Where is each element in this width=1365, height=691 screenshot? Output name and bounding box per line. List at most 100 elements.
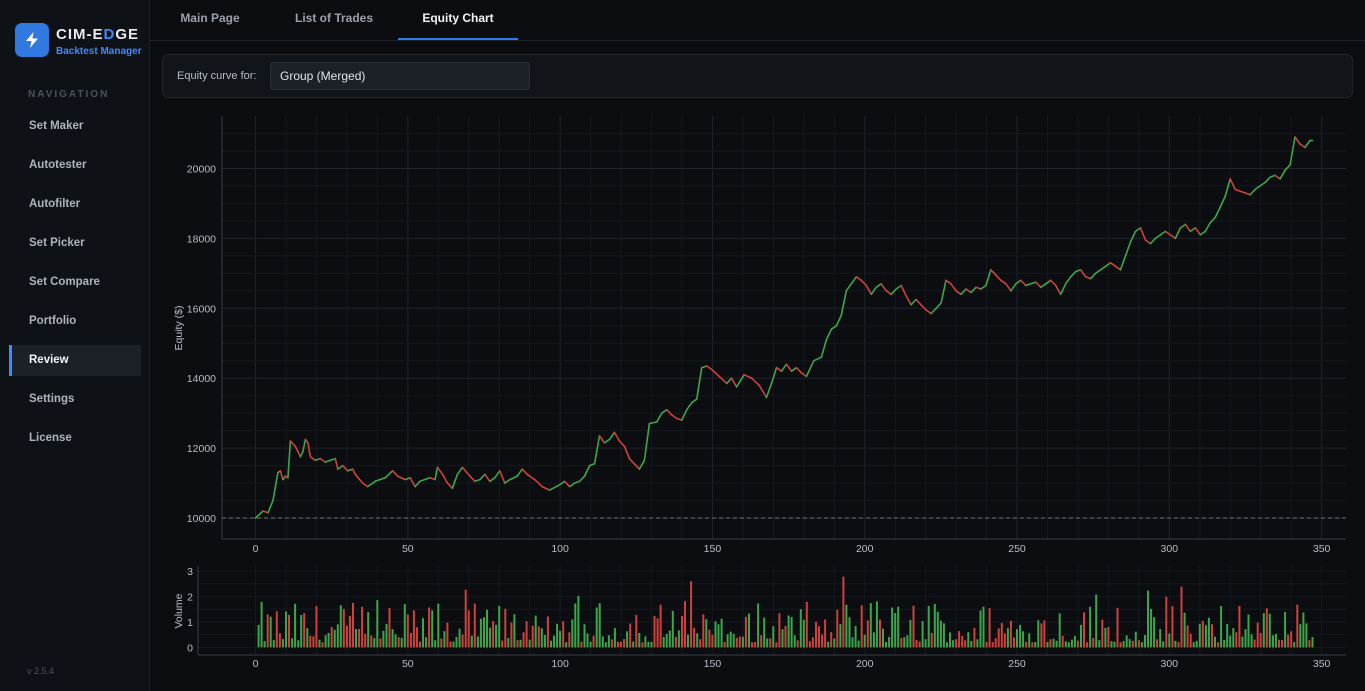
sidebar-item-set-picker[interactable]: Set Picker [9,228,141,259]
volume-bar [824,619,827,648]
volume-bar [720,618,723,648]
volume-bar [888,636,891,648]
equity-segment [1000,279,1007,285]
equity-segment [1040,282,1047,289]
sidebar-item-settings[interactable]: Settings [9,384,141,415]
volume-bar [1046,641,1049,648]
volume-bar [671,610,674,648]
volume-bar [345,625,348,648]
app-subtitle: Backtest Manager [56,46,142,57]
volume-bar [263,641,266,648]
equity-segment [735,373,745,388]
equity-segment [282,475,287,481]
sidebar-item-set-maker[interactable]: Set Maker [9,111,141,142]
volume-bar [738,636,741,648]
equity-segment [446,482,454,490]
volume-bar [629,623,632,648]
equity-segment [1269,174,1276,178]
volume-bar [1198,623,1201,648]
volume-bar [799,609,802,648]
equity-segment [985,268,992,287]
lightning-bolt-icon [26,32,38,48]
equity-segment [1084,275,1092,280]
tab-list-of-trades[interactable]: List of Trades [288,0,380,40]
volume-bar [507,638,510,648]
equity-segment [284,475,289,479]
volume-bar [339,605,342,648]
equity-segment [765,382,773,399]
y-tick-label: 18000 [187,233,216,245]
equity-segment [558,480,566,486]
equity-segment [695,366,703,401]
sidebar-item-license[interactable]: License [9,423,141,454]
volume-bar [1281,639,1283,648]
equity-segment [1134,227,1142,233]
equity-segment [965,288,972,294]
volume-bar [635,614,638,648]
equity-segment [436,466,444,476]
equity-segment [526,473,536,481]
equity-segment [307,442,312,458]
volume-bar [936,611,939,648]
equity-segment [1035,281,1042,289]
volume-bar [1137,640,1140,648]
equity-segment [441,473,449,484]
volume-bar [528,639,531,648]
equity-curve-select[interactable]: Group (Merged) [270,62,530,90]
volume-bar [973,627,976,648]
volume-bar [662,637,665,648]
volume-bar [729,631,732,648]
volume-bar [1192,642,1195,648]
equity-segment [1274,174,1281,180]
x-tick-label: 300 [1161,543,1179,555]
volume-bar [787,615,790,648]
volume-bar [1140,642,1143,648]
volume-bar [760,635,763,648]
volume-bar [942,623,945,648]
equity-segment [860,279,868,287]
sidebar-item-autotester[interactable]: Autotester [9,150,141,181]
volume-bar [766,638,769,648]
x-tick-label: 150 [704,543,722,555]
volume-bar [811,637,814,648]
equity-segment [309,455,317,462]
sidebar-item-autofilter[interactable]: Autofilter [9,189,141,220]
volume-bar [543,635,546,648]
volume-bar [1019,624,1022,648]
equity-segment [279,469,284,481]
equity-segment [1209,216,1217,224]
equity-segment [409,476,416,488]
equity-segment [374,476,386,483]
volume-bar [735,637,738,648]
volume-bar [1268,613,1271,648]
y-tick-label: 10000 [187,513,216,525]
volume-bar [458,628,461,648]
sidebar: CIM-EDGE Backtest Manager NAVIGATION Set… [0,0,150,691]
volume-bar [851,637,854,648]
equity-segment [955,289,962,296]
volume-bar [1262,613,1265,648]
sidebar-item-portfolio[interactable]: Portfolio [9,306,141,337]
sidebar-item-set-compare[interactable]: Set Compare [9,267,141,298]
volume-bar [732,633,735,648]
equity-segment [1299,143,1306,149]
volume-bar [830,632,833,648]
volume-bar [650,642,653,648]
volume-bar [355,629,357,648]
equity-segment [1149,237,1157,245]
volume-bar [1305,623,1308,648]
volume-bar [726,634,729,648]
volume-bar [525,621,528,648]
equity-segment [770,366,778,385]
tab-equity-chart[interactable]: Equity Chart [398,0,518,40]
equity-segment [341,464,349,472]
equity-segment [633,462,641,470]
volume-bar [991,642,994,648]
equity-segment [1249,188,1256,196]
volume-bar [699,639,702,648]
tab-main-page[interactable]: Main Page [170,0,250,40]
volume-bar [1098,640,1101,648]
sidebar-item-review[interactable]: Review [9,345,141,376]
equity-segment [419,476,431,483]
volume-bar [309,635,312,648]
